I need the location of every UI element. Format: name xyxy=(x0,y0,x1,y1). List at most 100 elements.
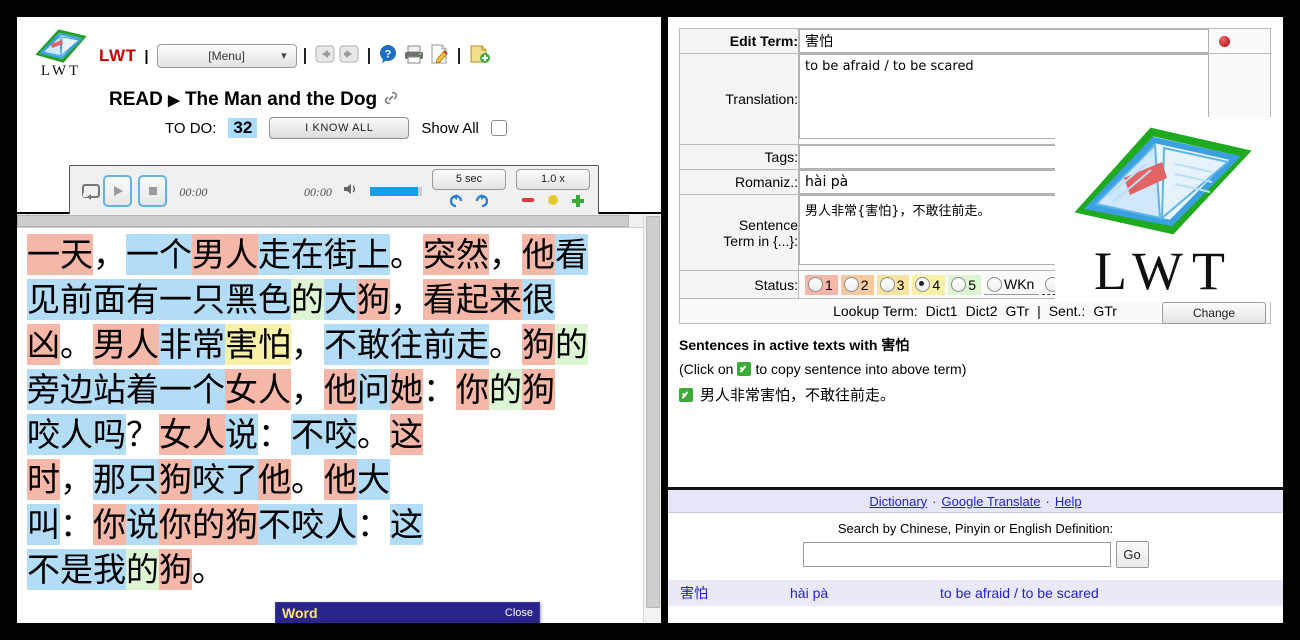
add-text-icon[interactable] xyxy=(469,44,491,69)
text-word[interactable]: 的 xyxy=(192,504,225,545)
radio-icon[interactable] xyxy=(879,277,895,292)
help-link[interactable]: Help xyxy=(1055,494,1082,509)
text-word[interactable]: 你 xyxy=(93,504,126,545)
text-word[interactable]: 一只 xyxy=(159,279,225,320)
text-word[interactable]: 时 xyxy=(27,459,60,500)
text-word[interactable]: 的 xyxy=(489,369,522,410)
dictionary-link[interactable]: Dictionary xyxy=(869,494,927,509)
help-icon[interactable]: ? xyxy=(379,44,399,69)
playback-rate-wrap[interactable]: 1.0 x xyxy=(515,168,590,190)
text-word[interactable]: 狗 xyxy=(159,549,192,590)
vertical-scrollbar[interactable] xyxy=(643,214,661,623)
link-icon[interactable] xyxy=(383,90,399,111)
text-word[interactable]: 男人 xyxy=(93,324,159,365)
status-radio-2[interactable]: 2 xyxy=(840,274,874,295)
seek-seconds-wrap[interactable]: 5 sec xyxy=(431,168,506,190)
radio-icon[interactable] xyxy=(808,277,823,292)
radio-icon[interactable] xyxy=(843,277,859,292)
text-word[interactable]: 突然 xyxy=(423,234,489,275)
text-word[interactable]: 这 xyxy=(390,504,423,545)
rate-reset-icon[interactable] xyxy=(546,193,560,214)
text-word[interactable]: 不咬 xyxy=(258,504,324,545)
seek-bar-wrap[interactable]: 00:00 00:00 xyxy=(179,183,332,200)
horizontal-scrollbar[interactable] xyxy=(17,214,644,228)
forward-icon[interactable] xyxy=(339,45,359,68)
edit-text-icon[interactable] xyxy=(429,44,449,69)
vertical-scrollbar-thumb[interactable] xyxy=(646,216,660,608)
text-word[interactable]: 说 xyxy=(126,504,159,545)
text-word[interactable]: 男人 xyxy=(192,234,258,275)
text-word[interactable]: 非常 xyxy=(159,324,225,365)
text-word[interactable]: 他 xyxy=(522,234,555,275)
google-translate-link[interactable]: Google Translate xyxy=(942,494,1041,509)
print-icon[interactable] xyxy=(403,44,425,69)
text-word[interactable]: 街上 xyxy=(324,234,390,275)
sentence-list-item[interactable]: 男人非常害怕，不敢往前走。 xyxy=(679,384,1283,405)
lookup-gtr-link[interactable]: GTr xyxy=(1005,303,1029,319)
rate-increase-icon[interactable] xyxy=(570,193,586,214)
volume-slider[interactable] xyxy=(369,186,422,196)
status-radio-3[interactable]: 3 xyxy=(876,274,910,295)
text-word[interactable]: 害怕 xyxy=(225,324,291,365)
text-word[interactable]: 说 xyxy=(225,414,258,455)
word-popup-close[interactable]: Close xyxy=(505,607,533,619)
copy-sentence-check-icon[interactable] xyxy=(679,387,693,402)
text-word[interactable]: 有 xyxy=(126,279,159,320)
text-word[interactable]: 一个 xyxy=(126,234,192,275)
playback-rate-select[interactable]: 1.0 x xyxy=(515,168,590,190)
text-word[interactable]: 狗 xyxy=(159,459,192,500)
rewind-icon[interactable] xyxy=(448,193,464,214)
status-radio-wkn[interactable]: WKn xyxy=(983,274,1040,295)
text-word[interactable]: 狗 xyxy=(522,369,555,410)
text-word[interactable]: 走 xyxy=(258,234,291,275)
radio-icon[interactable] xyxy=(951,277,967,292)
dictionary-go-button[interactable]: Go xyxy=(1115,541,1149,568)
text-word[interactable]: 在 xyxy=(291,234,324,275)
text-word[interactable]: 吗 xyxy=(93,414,126,455)
dictionary-search-input[interactable] xyxy=(802,542,1111,567)
seek-seconds-select[interactable]: 5 sec xyxy=(431,168,506,190)
text-word[interactable]: 狗 xyxy=(522,324,555,365)
text-word[interactable]: 我 xyxy=(93,549,126,590)
text-word[interactable]: 叫 xyxy=(27,504,60,545)
volume-icon[interactable] xyxy=(342,181,360,202)
text-word[interactable]: 他 xyxy=(324,369,357,410)
text-word[interactable]: 前面 xyxy=(60,279,126,320)
play-button[interactable] xyxy=(103,175,133,207)
text-word[interactable]: 旁边 xyxy=(27,369,93,410)
i-know-all-button[interactable]: I KNOW ALL xyxy=(269,117,410,139)
text-word[interactable]: 人 xyxy=(60,414,93,455)
text-word[interactable]: 很 xyxy=(522,279,555,320)
text-word[interactable]: 她 xyxy=(390,369,423,410)
text-word[interactable]: 咬 xyxy=(192,459,225,500)
menu-dropdown-wrap[interactable]: [Menu] ▾ xyxy=(156,44,297,68)
text-word[interactable]: 见 xyxy=(27,279,60,320)
text-word[interactable]: 那只 xyxy=(93,459,159,500)
text-word[interactable]: 站着 xyxy=(93,369,159,410)
text-word[interactable]: 这 xyxy=(390,414,423,455)
text-word[interactable]: 不是 xyxy=(27,549,93,590)
text-word[interactable]: 往前 xyxy=(390,324,456,365)
radio-icon[interactable] xyxy=(986,276,1002,292)
repeat-icon[interactable] xyxy=(78,177,103,205)
text-word[interactable]: 问 xyxy=(357,369,390,410)
stop-button[interactable] xyxy=(138,175,168,207)
status-radio-4[interactable]: 4 xyxy=(912,274,946,295)
text-word[interactable]: 不敢 xyxy=(324,324,390,365)
text-word[interactable]: 大 xyxy=(324,279,357,320)
lookup-dict2-link[interactable]: Dict2 xyxy=(966,303,998,319)
text-word[interactable]: 女人 xyxy=(225,369,291,410)
scrollbar-thumb[interactable] xyxy=(17,215,629,227)
status-radio-5[interactable]: 5 xyxy=(948,274,981,295)
lookup-sentence-gtr-link[interactable]: GTr xyxy=(1093,303,1117,319)
text-word[interactable]: 不咬 xyxy=(291,414,357,455)
text-word[interactable]: 你 xyxy=(159,504,192,545)
text-word[interactable]: 狗 xyxy=(357,279,390,320)
radio-icon[interactable] xyxy=(915,277,931,292)
text-word[interactable]: 的 xyxy=(291,279,324,320)
text-word[interactable]: 大 xyxy=(357,459,390,500)
lookup-dict1-link[interactable]: Dict1 xyxy=(926,303,958,319)
text-word[interactable]: 黑色 xyxy=(225,279,291,320)
text-word[interactable]: 的 xyxy=(126,549,159,590)
text-word[interactable]: 凶 xyxy=(27,324,60,365)
